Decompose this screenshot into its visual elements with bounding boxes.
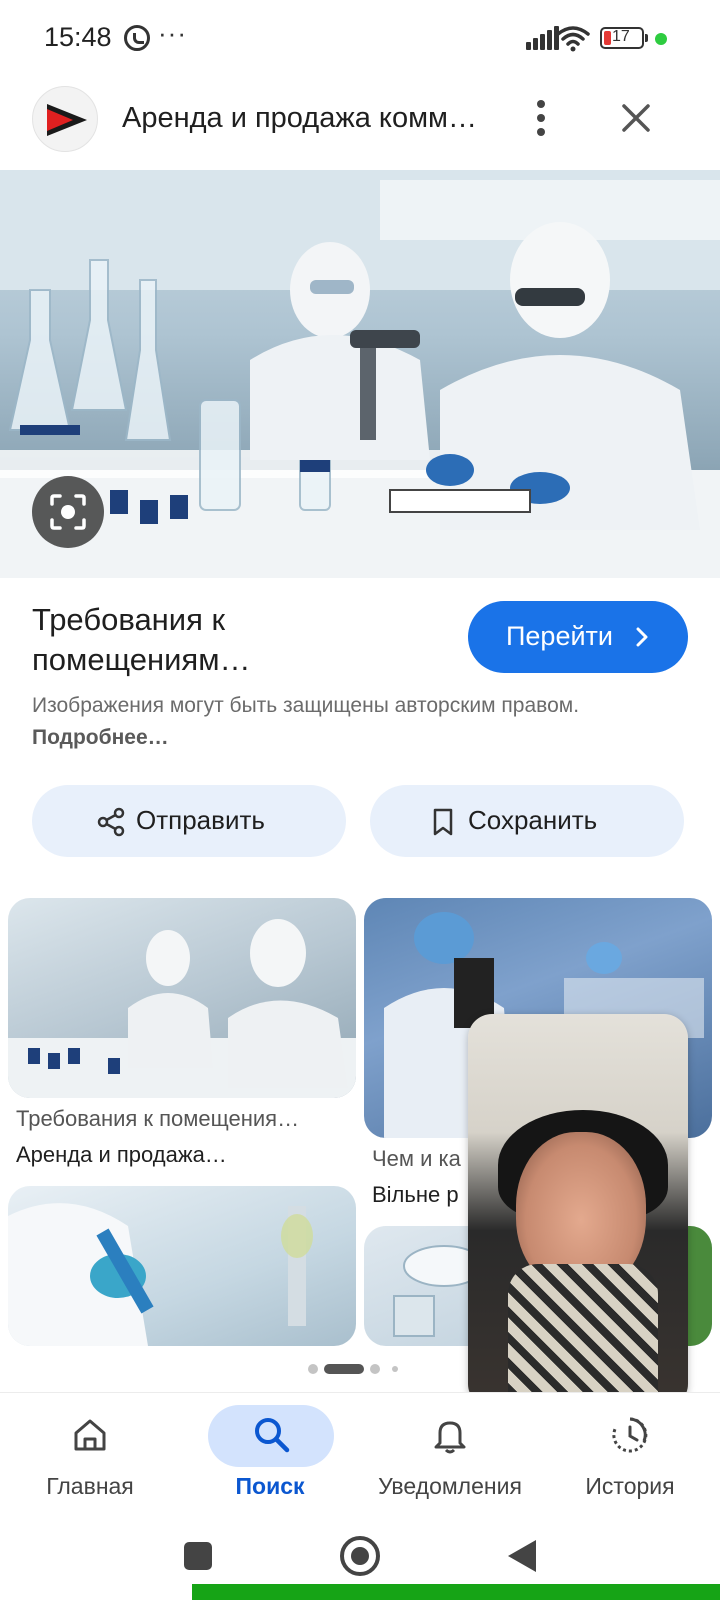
lens-search-button[interactable] bbox=[32, 476, 104, 548]
related-image-3[interactable] bbox=[8, 1186, 356, 1346]
privacy-indicator-dot bbox=[655, 33, 667, 45]
status-time: 15:48 bbox=[44, 22, 112, 52]
battery-icon: 17 bbox=[600, 27, 648, 49]
lab-photo bbox=[0, 170, 720, 578]
status-bar: 15:48 ··· 17 bbox=[0, 0, 720, 80]
related-source-1[interactable]: Аренда и продажа… bbox=[16, 1142, 346, 1168]
camera-search-icon bbox=[50, 494, 86, 530]
related-title-1[interactable]: Требования к помещения… bbox=[16, 1106, 346, 1132]
battery-level: 17 bbox=[612, 28, 630, 45]
nav-home-label: Главная bbox=[46, 1473, 134, 1499]
site-logo[interactable] bbox=[32, 86, 98, 152]
nav-search-label: Поиск bbox=[235, 1473, 305, 1499]
recents-button[interactable] bbox=[184, 1542, 212, 1570]
floating-video-player[interactable] bbox=[468, 1014, 688, 1408]
close-icon[interactable] bbox=[616, 98, 656, 138]
page-indicator bbox=[308, 1362, 408, 1376]
result-title-line-2: помещениям… bbox=[32, 642, 251, 677]
nav-notifications-label: Уведомления bbox=[378, 1473, 522, 1499]
bookmark-icon bbox=[433, 808, 453, 836]
home-button[interactable] bbox=[340, 1536, 380, 1576]
progress-bar bbox=[192, 1584, 720, 1600]
result-image[interactable] bbox=[0, 170, 720, 578]
signal-icon bbox=[526, 26, 560, 50]
result-title[interactable]: Требования к помещениям… bbox=[32, 600, 432, 680]
save-label: Сохранить bbox=[468, 805, 598, 835]
learn-more-link[interactable]: Подробнее… bbox=[32, 726, 169, 749]
share-button[interactable]: Отправить bbox=[32, 785, 346, 857]
home-icon bbox=[74, 1419, 106, 1451]
save-button[interactable]: Сохранить bbox=[370, 785, 684, 857]
more-notifications-icon: ··· bbox=[158, 18, 187, 48]
nav-history[interactable]: История bbox=[540, 1393, 720, 1511]
nav-home[interactable]: Главная bbox=[0, 1393, 180, 1511]
more-vert-icon[interactable] bbox=[526, 98, 556, 138]
result-header: Аренда и продажа комме… bbox=[0, 80, 720, 168]
copyright-text: Изображения могут быть защищены авторски… bbox=[32, 694, 580, 717]
wifi-icon bbox=[556, 26, 590, 52]
nav-notifications[interactable]: Уведомления bbox=[360, 1393, 540, 1511]
share-label: Отправить bbox=[136, 805, 265, 835]
chevron-right-icon bbox=[636, 627, 648, 647]
header-title[interactable]: Аренда и продажа комме… bbox=[122, 102, 482, 135]
whatsapp-icon bbox=[124, 25, 150, 51]
visit-label: Перейти bbox=[506, 621, 613, 651]
bell-icon bbox=[434, 1421, 466, 1454]
related-image-1[interactable] bbox=[8, 898, 356, 1098]
bottom-navigation: Главная Поиск Уведомления История bbox=[0, 1392, 720, 1510]
copyright-notice: Изображения могут быть защищены авторски… bbox=[32, 690, 632, 754]
result-title-line-1: Требования к bbox=[32, 602, 226, 637]
share-icon bbox=[97, 807, 125, 837]
back-button[interactable] bbox=[508, 1540, 536, 1572]
search-icon bbox=[255, 1418, 290, 1453]
history-icon bbox=[612, 1417, 648, 1453]
nav-history-label: История bbox=[585, 1473, 675, 1499]
visit-button[interactable]: Перейти bbox=[468, 601, 688, 673]
nav-search[interactable]: Поиск bbox=[180, 1393, 360, 1511]
